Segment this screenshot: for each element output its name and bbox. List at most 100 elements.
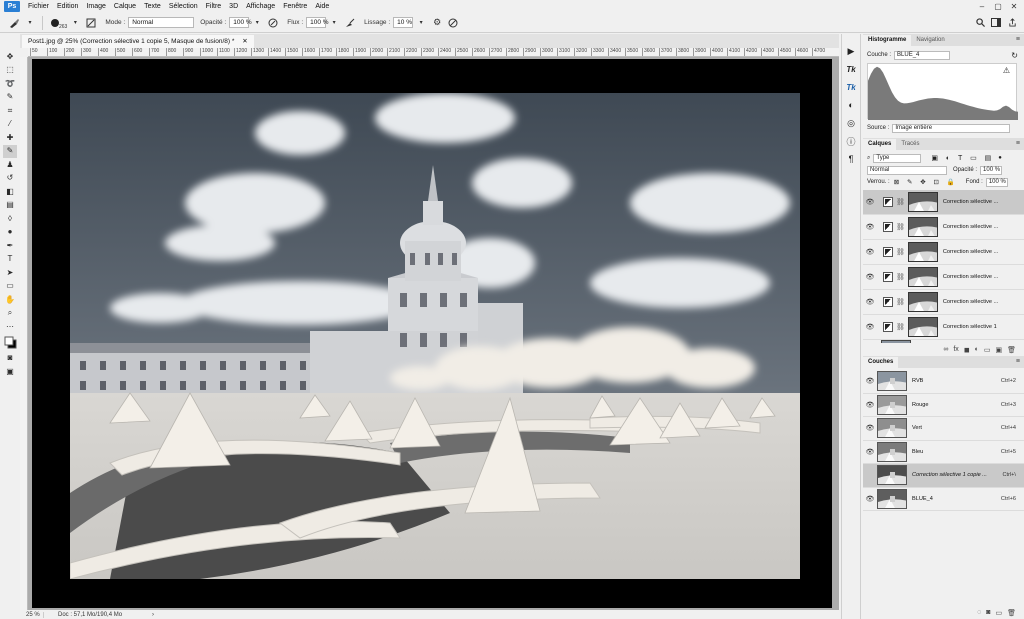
quick-select-tool-icon[interactable]: ✎ — [3, 91, 17, 105]
link-layers-icon[interactable]: ∞ — [943, 346, 948, 353]
pressure-opacity-icon[interactable] — [267, 17, 279, 29]
layer-name[interactable]: Correction sélective 1 — [943, 324, 1007, 330]
layer-row[interactable]: 👁 ⛓ Correction sélective ... — [863, 290, 1024, 315]
paragraph-icon[interactable]: ¶ — [844, 152, 858, 166]
visibility-eye-icon[interactable]: 👁 — [863, 401, 877, 409]
adjustments-icon[interactable]: ◐ — [844, 98, 858, 112]
channel-thumbnail[interactable] — [877, 441, 907, 462]
tab-layers[interactable]: Calques — [863, 139, 897, 150]
chevron-down-icon[interactable]: ▾ — [415, 17, 427, 29]
type-tool-icon[interactable]: T — [3, 253, 17, 267]
share-icon[interactable] — [1006, 16, 1018, 28]
link-chain-icon[interactable]: ⛓ — [896, 273, 905, 281]
opacity-field[interactable]: 100 % — [229, 17, 252, 28]
filter-toggle-icon[interactable]: ● — [998, 155, 1002, 161]
adjustment-layer-icon[interactable]: ◐ — [975, 346, 979, 353]
link-chain-icon[interactable]: ⛓ — [896, 248, 905, 256]
path-select-icon[interactable]: ➤ — [3, 266, 17, 280]
history-brush-icon[interactable]: ↺ — [3, 172, 17, 186]
layer-mask-thumbnail[interactable] — [907, 217, 938, 237]
shape-tool-icon[interactable]: ▭ — [3, 280, 17, 294]
search-icon[interactable] — [974, 16, 986, 28]
layer-row-partial[interactable] — [863, 339, 1024, 343]
trash-icon[interactable]: 🗑 — [1007, 346, 1016, 354]
group-icon[interactable]: ▭ — [984, 346, 991, 354]
layer-mask-thumbnail[interactable] — [907, 267, 938, 287]
channel-thumbnail[interactable] — [877, 465, 907, 486]
document-canvas[interactable] — [32, 59, 832, 608]
layer-mask-thumbnail[interactable] — [907, 317, 938, 337]
channel-name[interactable]: BLUE_4 — [912, 496, 990, 502]
minimize-icon[interactable]: – — [974, 0, 990, 13]
info-icon[interactable]: ⓘ — [844, 134, 858, 148]
channel-row[interactable]: 👁 Vert Ctrl+4 — [863, 417, 1024, 441]
trash-icon[interactable]: 🗑 — [1007, 609, 1016, 617]
play-icon[interactable]: ▶ — [844, 44, 858, 58]
layer-row[interactable]: 👁 ⛓ Correction sélective ... — [863, 265, 1024, 290]
zoom-level[interactable]: 25 % — [20, 611, 44, 618]
status-menu-arrow[interactable]: › — [152, 612, 154, 618]
marquee-tool-icon[interactable]: ⬚ — [3, 64, 17, 78]
menu-calque[interactable]: Calque — [110, 3, 140, 10]
menu-3d[interactable]: 3D — [225, 3, 242, 10]
layer-name[interactable]: Correction sélective ... — [943, 224, 1007, 230]
visibility-eye-icon[interactable]: 👁 — [863, 198, 877, 206]
menu-texte[interactable]: Texte — [140, 3, 165, 10]
layer-name[interactable]: Correction sélective ... — [943, 299, 1007, 305]
add-mask-icon[interactable]: ◼ — [964, 346, 970, 354]
tab-channels[interactable]: Couches — [863, 357, 899, 368]
chevron-down-icon[interactable]: ▾ — [24, 17, 36, 29]
visibility-eye-icon[interactable]: 👁 — [863, 495, 877, 503]
channel-thumbnail[interactable] — [877, 394, 907, 415]
tk-plugin-icon[interactable]: Tk — [844, 62, 858, 76]
link-chain-icon[interactable]: ⛓ — [896, 323, 905, 331]
chevron-down-icon[interactable]: ▾ — [69, 17, 81, 29]
panel-menu-icon[interactable]: ≡ — [1016, 140, 1020, 147]
gear-icon[interactable]: ⚙ — [431, 17, 443, 29]
zoom-tool-icon[interactable]: ⌕ — [3, 307, 17, 321]
layer-row[interactable]: 👁 ⛓ Correction sélective ... — [863, 190, 1024, 215]
visibility-eye-icon[interactable]: 👁 — [863, 424, 877, 432]
gradient-tool-icon[interactable]: ▤ — [3, 199, 17, 213]
channel-name[interactable]: Bleu — [912, 449, 990, 455]
layer-name[interactable]: Correction sélective ... — [943, 249, 1007, 255]
pen-tool-icon[interactable]: ✒ — [3, 239, 17, 253]
crop-tool-icon[interactable]: ⌗ — [3, 104, 17, 118]
save-selection-icon[interactable]: ◙ — [986, 609, 990, 616]
layer-name[interactable]: Correction sélective ... — [943, 274, 1007, 280]
flow-field[interactable]: 100 % — [306, 17, 329, 28]
menu-fichier[interactable]: Fichier — [24, 3, 53, 10]
visibility-eye-icon[interactable]: 👁 — [863, 248, 877, 256]
panel-menu-icon[interactable]: ≡ — [1016, 358, 1020, 365]
layer-name[interactable]: Correction sélective ... — [943, 199, 1007, 205]
mode-select[interactable]: Normal — [128, 17, 195, 28]
visibility-eye-icon[interactable]: 👁 — [863, 223, 877, 231]
eyedropper-tool-icon[interactable]: ⁄ — [3, 118, 17, 132]
layer-row[interactable]: 👁 ⛓ Correction sélective ... — [863, 240, 1024, 265]
fx-icon[interactable]: fx — [953, 346, 958, 353]
channel-name[interactable]: RVB — [912, 378, 990, 384]
chevron-down-icon[interactable]: ▾ — [328, 17, 340, 29]
menu-filtre[interactable]: Filtre — [202, 3, 226, 10]
healing-brush-icon[interactable]: ✚ — [3, 131, 17, 145]
infrared-photo[interactable] — [70, 93, 800, 579]
channel-name[interactable]: Rouge — [912, 402, 990, 408]
tab-navigation[interactable]: Navigation — [911, 35, 949, 46]
layer-mask-thumbnail[interactable] — [907, 192, 938, 212]
channel-name[interactable]: Vert — [912, 425, 990, 431]
layer-row[interactable]: 👁 ⛓ Correction sélective 1 — [863, 315, 1024, 340]
menu-s-lection[interactable]: Sélection — [165, 3, 202, 10]
color-swatches-icon[interactable] — [3, 334, 17, 352]
fill-field[interactable]: 100 % — [985, 177, 1008, 187]
menu-affichage[interactable]: Affichage — [242, 3, 279, 10]
layer-mask-thumbnail[interactable] — [907, 292, 938, 312]
blur-tool-icon[interactable]: ◊ — [3, 212, 17, 226]
channel-row[interactable]: 👁 Bleu Ctrl+5 — [863, 441, 1024, 464]
clone-stamp-icon[interactable]: ♟ — [3, 158, 17, 172]
pressure-size-icon[interactable] — [447, 17, 459, 29]
layer-mask-thumbnail[interactable] — [907, 242, 938, 262]
menu-fen-tre[interactable]: Fenêtre — [279, 3, 311, 10]
maximize-icon[interactable]: ▢ — [990, 0, 1006, 13]
brush-tool-icon[interactable]: ✎ — [3, 144, 17, 158]
color-icon[interactable]: ◎ — [844, 116, 858, 130]
